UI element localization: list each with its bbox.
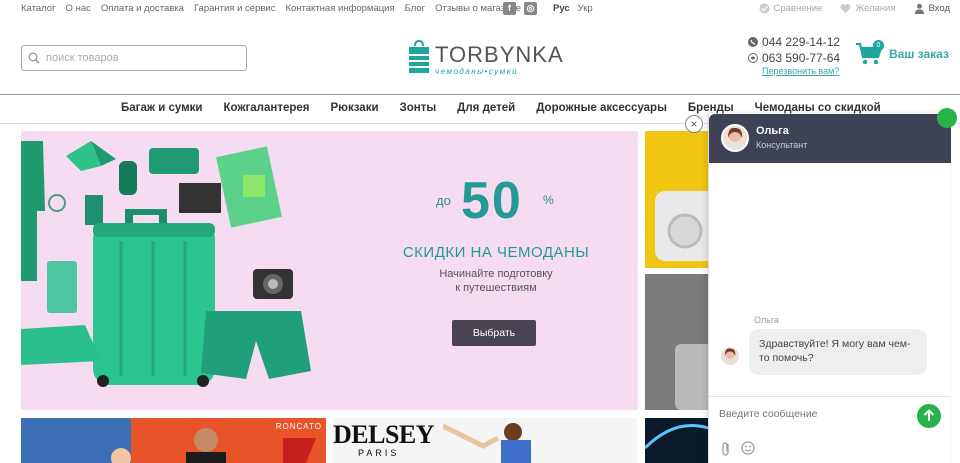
cart-label: Ваш заказ	[889, 47, 949, 61]
promo-subtitle-line-1: Начинайте подготовку	[439, 268, 553, 280]
mobile-operator-icon	[748, 53, 758, 63]
nav-item-bags[interactable]: Багаж и сумки	[121, 102, 202, 114]
roncato-banner[interactable]: RONCATO	[21, 418, 326, 463]
agent-name: Ольга	[756, 125, 789, 137]
cart-count-badge: 0	[873, 40, 884, 51]
top-link-warranty[interactable]: Гарантия и сервис	[194, 3, 276, 14]
delsey-banner[interactable]: DELSEY PARIS	[333, 418, 637, 463]
top-link-blog[interactable]: Блог	[405, 3, 426, 14]
site-logo[interactable]: TORBYNKA чемоданы•сумки	[408, 38, 563, 78]
nav-item-backpacks[interactable]: Рюкзаки	[330, 102, 378, 114]
hero-illustration	[21, 141, 311, 387]
chat-widget: × Ольга Консультант Ольга Здравствуйте! …	[685, 108, 957, 463]
hero-banner[interactable]: до 50 % СКИДКИ НА ЧЕМОДАНЫ Начинайте под…	[21, 131, 638, 410]
compare-label: Сравнение	[773, 3, 823, 14]
promo-subtitle-line-2: к путешествиям	[455, 282, 537, 294]
promo-title: СКИДКИ НА ЧЕМОДАНЫ	[402, 244, 590, 261]
compare-link[interactable]: Сравнение	[758, 3, 823, 14]
cart-button[interactable]: 0 Ваш заказ	[855, 40, 949, 66]
wishlist-link[interactable]: Желания	[840, 3, 896, 14]
suitcase-photo	[645, 274, 708, 410]
top-link-payment[interactable]: Оплата и доставка	[101, 3, 184, 14]
phone-block: 044 229-14-12 063 590-77-64 Перезвонить …	[748, 34, 840, 76]
top-bar: Каталог О нас Оплата и доставка Гарантия…	[0, 0, 960, 18]
woman-photo	[443, 423, 531, 463]
online-status-indicator	[937, 108, 957, 128]
header: TORBYNKA чемоданы•сумки 044 229-14-12 06…	[0, 22, 960, 92]
phone-number-1[interactable]: 044 229-14-12	[762, 35, 840, 49]
login-label: Вход	[928, 3, 951, 14]
callback-link[interactable]: Перезвонить вам?	[762, 66, 840, 76]
heart-icon	[840, 4, 851, 14]
phone-number-2[interactable]: 063 590-77-64	[762, 51, 840, 65]
nav-item-discount-suitcases[interactable]: Чемоданы со скидкой	[755, 102, 881, 114]
search-box[interactable]	[21, 45, 247, 71]
language-switch: Рус Укр	[553, 3, 593, 14]
message-author: Ольга	[754, 315, 779, 325]
choose-button[interactable]: Выбрать	[452, 320, 536, 346]
lang-ua[interactable]: Укр	[578, 3, 593, 14]
dark-banner[interactable]	[645, 418, 708, 463]
paperclip-icon[interactable]	[719, 441, 733, 457]
social-links: f ◎	[503, 2, 537, 15]
facebook-icon[interactable]: f	[503, 2, 516, 15]
agent-role: Консультант	[756, 140, 808, 150]
nav-item-umbrellas[interactable]: Зонты	[400, 102, 437, 114]
arrow-up-icon	[923, 409, 935, 421]
lang-ru[interactable]: Рус	[553, 3, 570, 14]
message-avatar	[721, 347, 739, 365]
user-actions: Сравнение Желания Вход	[758, 3, 951, 14]
nav-item-leather[interactable]: Кожгалантерея	[223, 102, 309, 114]
search-input[interactable]	[46, 52, 236, 64]
light-photo	[645, 424, 708, 450]
promo-prefix: до	[436, 193, 451, 208]
wishlist-label: Желания	[855, 3, 896, 14]
side-banner-yellow[interactable]	[645, 131, 708, 268]
roncato-logo: RONCATO	[275, 422, 322, 431]
promo-percent: 50	[461, 172, 523, 230]
agent-message-bubble: Здравствуйте! Я могу вам чем-то помочь?	[749, 329, 927, 375]
check-circle-icon	[758, 3, 770, 14]
top-link-catalog[interactable]: Каталог	[21, 3, 56, 14]
top-link-about[interactable]: О нас	[66, 3, 91, 14]
delsey-logo: DELSEY	[333, 420, 435, 449]
top-links: Каталог О нас Оплата и доставка Гарантия…	[21, 3, 521, 14]
send-button[interactable]	[917, 404, 941, 428]
chat-header[interactable]: Ольга Консультант	[709, 108, 957, 163]
agent-avatar	[721, 124, 749, 152]
nav-item-brands[interactable]: Бренды	[688, 102, 734, 114]
nav-item-travel-accessories[interactable]: Дорожные аксессуары	[536, 102, 667, 114]
user-icon	[914, 3, 924, 14]
logo-tagline: чемоданы•сумки	[435, 67, 519, 76]
promo-percent-sign: %	[543, 193, 554, 207]
search-icon[interactable]	[28, 52, 40, 64]
promo-subtitle: Начинайте подготовку к путешествиям	[401, 267, 591, 295]
top-link-contacts[interactable]: Контактная информация	[285, 3, 394, 14]
chat-close-button[interactable]: ×	[685, 115, 703, 133]
bag-logo-icon	[409, 40, 429, 73]
instagram-icon[interactable]: ◎	[524, 2, 537, 15]
chat-input-area	[709, 396, 951, 463]
suitcase-photo	[655, 191, 708, 261]
phone-icon	[748, 37, 758, 47]
emoji-icon[interactable]	[741, 441, 755, 455]
delsey-city: PARIS	[358, 448, 400, 458]
login-link[interactable]: Вход	[914, 3, 951, 14]
side-banner-gray[interactable]	[645, 274, 708, 410]
logo-wordmark: TORBYNKA	[435, 42, 564, 67]
chat-message-input[interactable]	[719, 408, 909, 420]
nav-item-kids[interactable]: Для детей	[457, 102, 515, 114]
